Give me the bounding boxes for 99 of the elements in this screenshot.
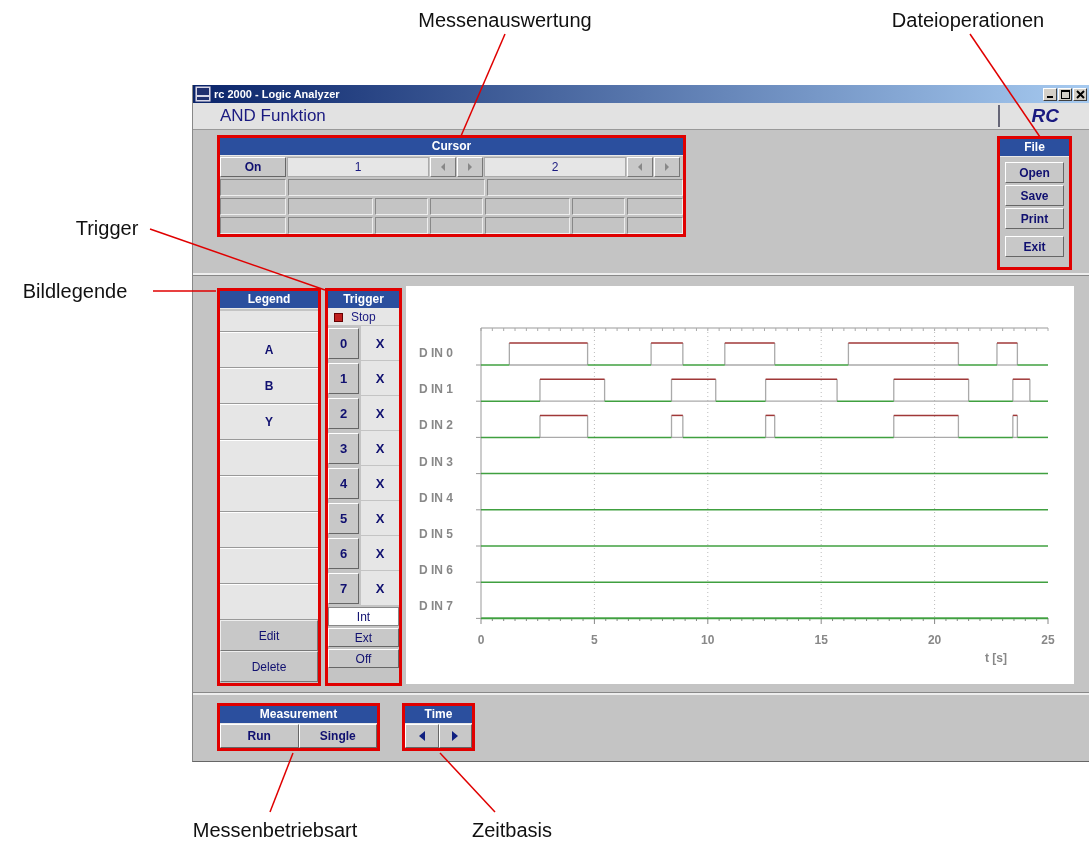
leader-line (269, 752, 294, 813)
channel-button[interactable]: 4 (328, 468, 359, 499)
trigger-condition[interactable]: X (361, 501, 399, 535)
trigger-condition[interactable]: X (361, 361, 399, 395)
trigger-mode-button[interactable]: Off (328, 649, 399, 668)
tick-label: 20 (927, 633, 942, 647)
trigger-condition[interactable]: X (361, 571, 399, 605)
axis-label: t [s] (985, 651, 1007, 665)
measurement-button[interactable]: Run (220, 724, 299, 748)
readout-cell (430, 198, 483, 215)
callout-label: Zeitbasis (472, 818, 552, 842)
channel-label: D IN 6 (419, 563, 453, 578)
panel-header: Time (405, 706, 472, 724)
callout-label: Trigger (75, 216, 139, 240)
right-arrow-icon (665, 163, 669, 171)
window-title: rc 2000 - Logic Analyzer (214, 88, 340, 100)
legend-row[interactable] (220, 440, 318, 476)
tick-label: 15 (814, 633, 828, 647)
readout-cell (572, 217, 625, 234)
logo-text: RC (997, 105, 1059, 127)
cursor-field[interactable]: 2 (484, 157, 626, 177)
channel-label: D IN 3 (419, 454, 453, 469)
trigger-condition[interactable]: X (361, 431, 399, 465)
channel-button[interactable]: 0 (328, 328, 359, 359)
trigger-condition[interactable]: X (361, 396, 399, 430)
readout-cell (220, 179, 286, 196)
time-forward-button[interactable] (438, 724, 472, 748)
panel-header: Legend (220, 291, 318, 309)
legend-row[interactable]: B (220, 368, 318, 404)
readout-cell (220, 217, 286, 234)
scroll-right-button[interactable] (457, 157, 483, 177)
callout-label: Messenauswertung (418, 8, 592, 32)
readout-cell (375, 198, 428, 215)
readout-cell (375, 217, 428, 234)
time-back-button[interactable] (405, 724, 439, 748)
right-arrow-icon (468, 163, 472, 171)
right-arrow-icon (452, 731, 459, 741)
panel-header: Cursor (220, 138, 683, 156)
channel-button[interactable]: 5 (328, 503, 359, 534)
scroll-right-button[interactable] (654, 157, 680, 177)
channel-label: D IN 7 (419, 599, 453, 614)
channel-label: D IN 4 (419, 490, 453, 505)
file-button[interactable]: Open (1005, 162, 1064, 183)
file-button[interactable]: Print (1005, 208, 1064, 229)
maximize-icon (1060, 89, 1070, 99)
readout-cell (430, 217, 483, 234)
callout-label: Messenbetriebsart (192, 818, 358, 842)
legend-button[interactable]: Edit (220, 620, 318, 651)
trigger-condition[interactable]: X (361, 326, 399, 360)
legend-row[interactable] (220, 548, 318, 584)
trigger-condition[interactable]: X (361, 536, 399, 570)
tick-label: 25 (1041, 633, 1055, 647)
readout-cell (572, 198, 625, 215)
panel-header: Measurement (220, 706, 377, 724)
close-button[interactable] (1073, 87, 1087, 101)
readout-cell (627, 217, 683, 234)
cursor-toggle-button[interactable]: On (220, 157, 286, 177)
callout-label: Bildlegende (22, 279, 128, 303)
channel-button[interactable]: 6 (328, 538, 359, 569)
trigger-condition[interactable]: X (361, 466, 399, 500)
left-arrow-icon (638, 163, 642, 171)
channel-label: D IN 0 (419, 346, 453, 360)
legend-row[interactable] (220, 584, 318, 620)
legend-row[interactable] (220, 476, 318, 512)
channel-label: D IN 5 (419, 527, 453, 541)
tick-label: 10 (701, 633, 715, 647)
panel-header: Trigger (328, 291, 399, 309)
file-button[interactable]: Exit (1005, 236, 1064, 257)
scroll-left-button[interactable] (430, 157, 456, 177)
minimize-button[interactable] (1043, 87, 1057, 101)
readout-cell (627, 198, 683, 215)
legend-row[interactable]: A (220, 332, 318, 368)
left-arrow-icon (441, 163, 445, 171)
channel-label: D IN 2 (419, 418, 453, 433)
legend-row[interactable] (220, 512, 318, 548)
maximize-button[interactable] (1058, 87, 1072, 101)
measurement-button[interactable]: Single (298, 724, 377, 748)
tick-label: 5 (591, 633, 598, 647)
legend-button[interactable]: Delete (220, 651, 318, 682)
file-button[interactable]: Save (1005, 185, 1064, 206)
channel-button[interactable]: 2 (328, 398, 359, 429)
tick-label: 0 (477, 633, 485, 647)
panel-header: File (1000, 139, 1069, 157)
legend-row[interactable]: Y (220, 404, 318, 440)
trigger-mode-button[interactable]: Ext (328, 628, 399, 647)
trigger-mode-button[interactable]: Int (328, 607, 399, 626)
readout-cell (220, 198, 286, 215)
channel-button[interactable]: 3 (328, 433, 359, 464)
status-text: Stop (351, 310, 376, 324)
leader-line (439, 752, 496, 813)
channel-label: D IN 1 (419, 382, 453, 397)
channel-button[interactable]: 7 (328, 573, 359, 604)
document-title: AND Funktion (220, 106, 326, 126)
callout-label: Dateioperationen (891, 8, 1045, 32)
left-arrow-icon (418, 731, 425, 741)
channel-button[interactable]: 1 (328, 363, 359, 394)
cursor-field[interactable]: 1 (287, 157, 429, 177)
scroll-left-button[interactable] (627, 157, 653, 177)
close-icon (1075, 89, 1085, 99)
